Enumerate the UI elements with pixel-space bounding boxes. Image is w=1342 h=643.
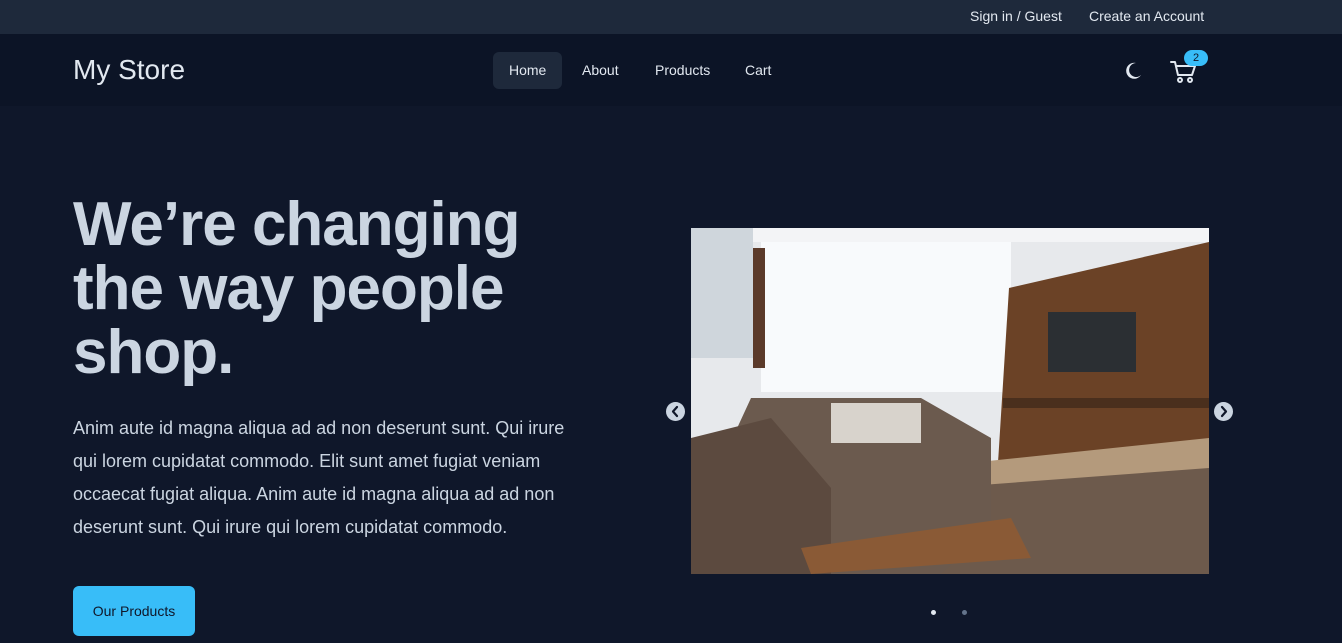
top-bar: Sign in / Guest Create an Account (0, 0, 1342, 34)
carousel-prev-button[interactable] (666, 402, 685, 421)
nav-cart[interactable]: Cart (729, 52, 787, 89)
our-products-button[interactable]: Our Products (73, 586, 195, 636)
sign-in-link[interactable]: Sign in / Guest (970, 8, 1062, 24)
store-logo[interactable]: My Store (73, 54, 185, 86)
nav-home[interactable]: Home (493, 52, 563, 89)
carousel-next-button[interactable] (1214, 402, 1233, 421)
chevron-left-icon (671, 405, 679, 418)
create-account-link[interactable]: Create an Account (1089, 8, 1204, 24)
main-navbar: My Store Home About Products Cart 2 (0, 34, 1342, 106)
hero-title: We’re changing the way people shop. (73, 190, 521, 387)
moon-icon[interactable] (1122, 60, 1144, 82)
carousel-dot-2[interactable] (962, 610, 967, 615)
carousel-slide-image (691, 228, 1209, 574)
carousel-dot-1[interactable] (931, 610, 936, 615)
nav-products[interactable]: Products (639, 52, 726, 89)
nav-about[interactable]: About (566, 52, 635, 89)
chevron-right-icon (1220, 405, 1228, 418)
cart-count-badge: 2 (1184, 50, 1208, 66)
hero-description: Anim aute id magna aliqua ad ad non dese… (73, 418, 565, 537)
living-room-photo (691, 228, 1209, 574)
